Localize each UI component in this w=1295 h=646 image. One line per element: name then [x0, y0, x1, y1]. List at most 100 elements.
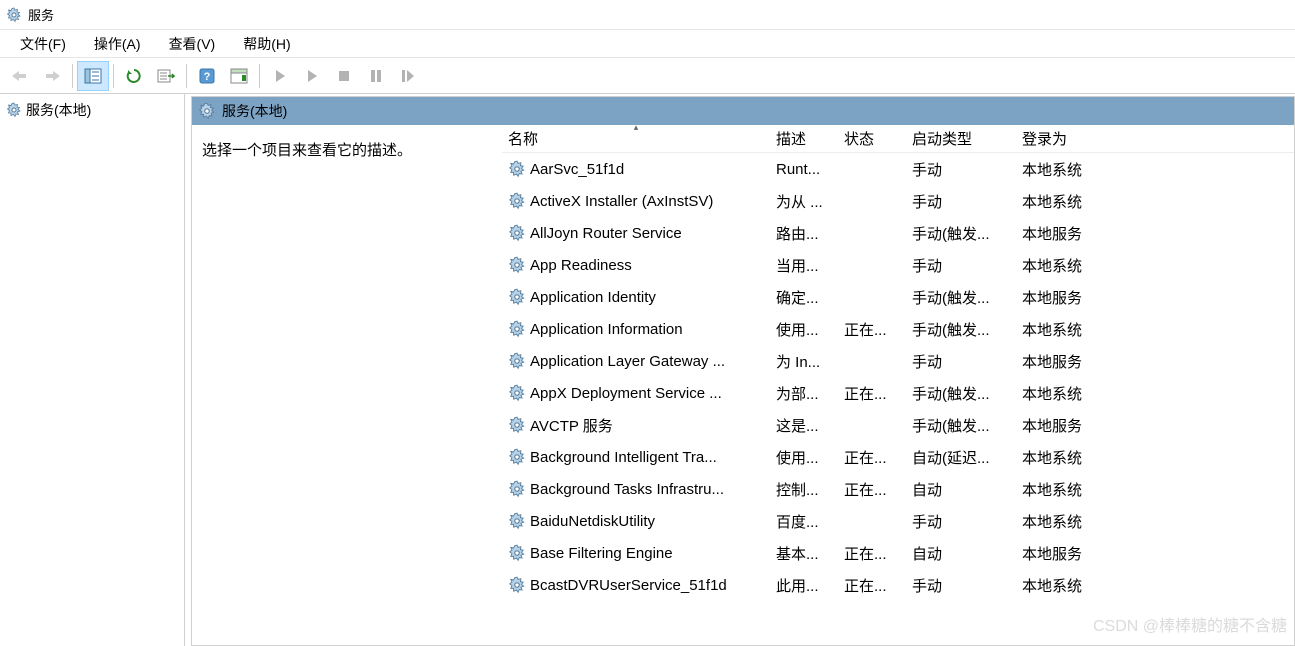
cell-startup: 手动(触发...	[906, 317, 1016, 342]
cell-logon: 本地服务	[1016, 285, 1294, 310]
console-tree: 服务(本地)	[0, 94, 185, 646]
cell-name: App Readiness	[502, 254, 770, 276]
cell-status	[838, 359, 906, 363]
menu-view[interactable]: 查看(V)	[155, 30, 230, 58]
cell-name: Background Tasks Infrastru...	[502, 478, 770, 500]
properties-button[interactable]	[223, 61, 255, 91]
service-row[interactable]: App Readiness当用...手动本地系统	[502, 249, 1294, 281]
start-service-button[interactable]	[264, 61, 296, 91]
tree-item-services-local[interactable]: 服务(本地)	[2, 98, 182, 122]
help-button[interactable]: ?	[191, 61, 223, 91]
nav-forward-button[interactable]	[36, 61, 68, 91]
restart-service-button[interactable]	[392, 61, 424, 91]
cell-startup: 手动	[906, 573, 1016, 598]
col-header-status[interactable]: 状态	[838, 125, 906, 153]
gear-icon	[6, 102, 22, 118]
gear-icon	[508, 480, 526, 498]
gear-icon	[508, 160, 526, 178]
cell-startup: 手动	[906, 509, 1016, 534]
service-row[interactable]: AVCTP 服务这是...手动(触发...本地服务	[502, 409, 1294, 441]
cell-status: 正在...	[838, 541, 906, 566]
service-row[interactable]: Base Filtering Engine基本...正在...自动本地服务	[502, 537, 1294, 569]
cell-name: AVCTP 服务	[502, 413, 770, 438]
svg-text:?: ?	[204, 71, 211, 83]
service-row[interactable]: ActiveX Installer (AxInstSV)为从 ...手动本地系统	[502, 185, 1294, 217]
tree-item-label: 服务(本地)	[26, 100, 91, 120]
service-row[interactable]: Application Layer Gateway ...为 In...手动本地…	[502, 345, 1294, 377]
cell-name: AppX Deployment Service ...	[502, 382, 770, 404]
menu-help[interactable]: 帮助(H)	[229, 30, 304, 58]
toolbar-sep	[113, 64, 114, 88]
cell-desc: 使用...	[770, 445, 838, 470]
col-header-desc[interactable]: 描述	[770, 125, 838, 153]
detail-pane: 选择一个项目来查看它的描述。	[192, 125, 502, 645]
service-row[interactable]: Background Tasks Infrastru...控制...正在...自…	[502, 473, 1294, 505]
titlebar: 服务	[0, 0, 1295, 30]
toolbar: ?	[0, 58, 1295, 94]
cell-name: Application Information	[502, 318, 770, 340]
show-hide-tree-button[interactable]	[77, 61, 109, 91]
cell-name: Base Filtering Engine	[502, 542, 770, 564]
service-row[interactable]: Application Information使用...正在...手动(触发..…	[502, 313, 1294, 345]
service-row[interactable]: Background Intelligent Tra...使用...正在...自…	[502, 441, 1294, 473]
col-header-name[interactable]: ▴名称	[502, 125, 770, 153]
cell-logon: 本地系统	[1016, 445, 1294, 470]
gear-icon	[508, 448, 526, 466]
cell-desc: 百度...	[770, 509, 838, 534]
export-button[interactable]	[150, 61, 182, 91]
refresh-button[interactable]	[118, 61, 150, 91]
gear-icon	[508, 416, 526, 434]
pause-service-button[interactable]	[360, 61, 392, 91]
cell-startup: 手动	[906, 157, 1016, 182]
cell-logon: 本地系统	[1016, 157, 1294, 182]
cell-desc: 为从 ...	[770, 189, 838, 214]
cell-logon: 本地系统	[1016, 253, 1294, 278]
cell-startup: 手动(触发...	[906, 381, 1016, 406]
cell-logon: 本地系统	[1016, 573, 1294, 598]
service-row[interactable]: AllJoyn Router Service路由...手动(触发...本地服务	[502, 217, 1294, 249]
cell-status: 正在...	[838, 381, 906, 406]
col-header-startup[interactable]: 启动类型	[906, 125, 1016, 153]
cell-startup: 手动(触发...	[906, 413, 1016, 438]
sort-indicator-icon: ▴	[634, 125, 639, 133]
cell-startup: 自动(延迟...	[906, 445, 1016, 470]
cell-desc: 基本...	[770, 541, 838, 566]
service-row[interactable]: BaiduNetdiskUtility百度...手动本地系统	[502, 505, 1294, 537]
cell-status: 正在...	[838, 477, 906, 502]
cell-startup: 手动(触发...	[906, 221, 1016, 246]
cell-logon: 本地系统	[1016, 189, 1294, 214]
cell-desc: 确定...	[770, 285, 838, 310]
nav-back-button[interactable]	[4, 61, 36, 91]
cell-desc: 为 In...	[770, 349, 838, 374]
gear-icon	[198, 102, 216, 120]
cell-status	[838, 167, 906, 171]
cell-name: AllJoyn Router Service	[502, 222, 770, 244]
service-list: ▴名称 描述 状态 启动类型 登录为 AarSvc_51f1dRunt...手动…	[502, 125, 1294, 645]
service-row[interactable]: AppX Deployment Service ...为部...正在...手动(…	[502, 377, 1294, 409]
service-row[interactable]: Application Identity确定...手动(触发...本地服务	[502, 281, 1294, 313]
gear-icon	[508, 256, 526, 274]
cell-status: 正在...	[838, 317, 906, 342]
cell-status	[838, 231, 906, 235]
service-row[interactable]: AarSvc_51f1dRunt...手动本地系统	[502, 153, 1294, 185]
content-pane: 服务(本地) 选择一个项目来查看它的描述。 ▴名称 描述 状态 启动类型 登录为…	[191, 96, 1295, 646]
stop-service-button[interactable]	[328, 61, 360, 91]
menubar: 文件(F) 操作(A) 查看(V) 帮助(H)	[0, 30, 1295, 58]
cell-startup: 手动	[906, 189, 1016, 214]
menu-file[interactable]: 文件(F)	[6, 30, 80, 58]
cell-logon: 本地系统	[1016, 381, 1294, 406]
cell-status: 正在...	[838, 573, 906, 598]
cell-startup: 手动	[906, 349, 1016, 374]
cell-status	[838, 199, 906, 203]
gear-icon	[508, 320, 526, 338]
toolbar-sep	[186, 64, 187, 88]
cell-logon: 本地服务	[1016, 541, 1294, 566]
gear-icon	[508, 352, 526, 370]
start-service-alt-button[interactable]	[296, 61, 328, 91]
menu-action[interactable]: 操作(A)	[80, 30, 155, 58]
col-header-logon[interactable]: 登录为	[1016, 125, 1294, 153]
cell-status	[838, 263, 906, 267]
toolbar-sep	[72, 64, 73, 88]
service-row[interactable]: BcastDVRUserService_51f1d此用...正在...手动本地系…	[502, 569, 1294, 601]
gear-icon	[508, 544, 526, 562]
